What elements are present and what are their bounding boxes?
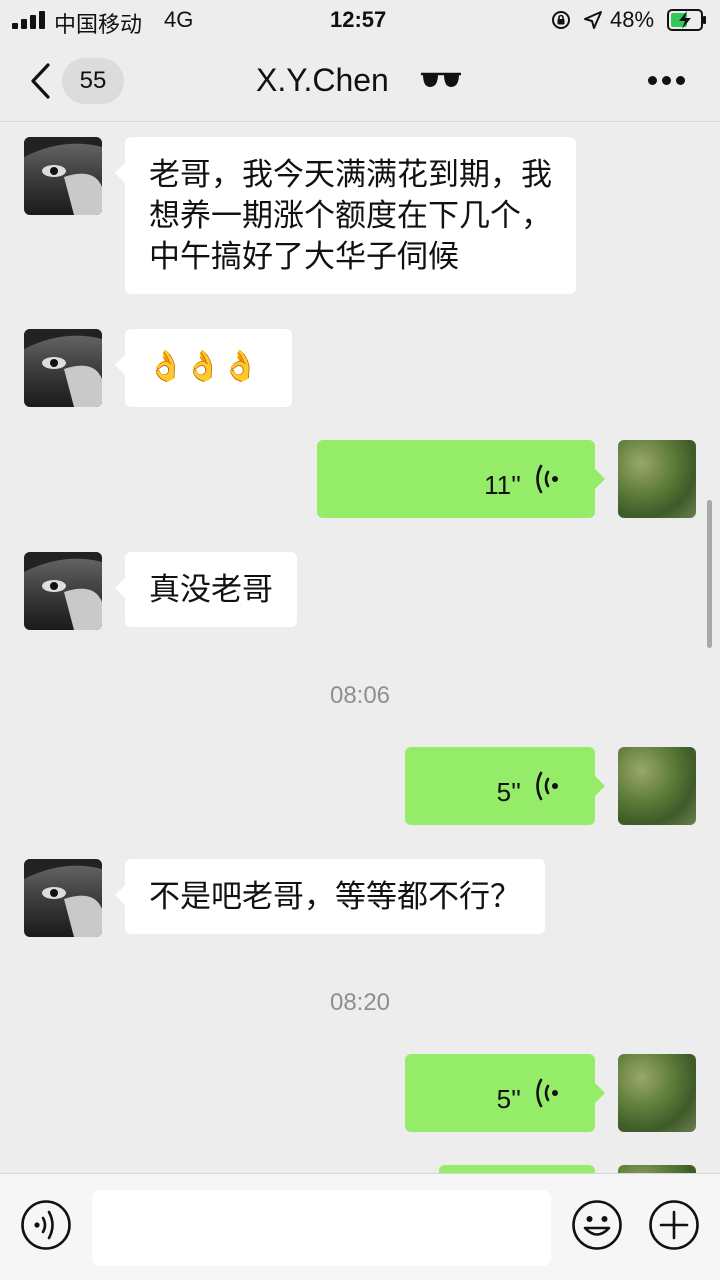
battery-charging-icon — [667, 9, 706, 31]
carrier-name: 中国移动 — [54, 12, 143, 37]
self-voice-bubble[interactable] — [439, 1165, 595, 1173]
message-input[interactable] — [92, 1190, 551, 1266]
self-avatar[interactable] — [618, 1165, 696, 1173]
message-line: 老哥，我今天满满花到期，我 — [149, 157, 552, 192]
peer-avatar[interactable] — [24, 552, 102, 630]
time-separator: 08:20 — [329, 989, 391, 1016]
message-line: 真没老哥 — [149, 572, 273, 607]
message-list[interactable]: 老哥，我今天满满花到期，我 想养一期涨个额度在下几个， 中午搞好了大华子伺候 👌… — [0, 123, 720, 1173]
location-arrow-icon — [584, 11, 602, 29]
battery-percent: 48% — [610, 7, 655, 32]
network-type: 4G — [164, 7, 194, 32]
self-voice-bubble[interactable]: 11'' — [317, 440, 605, 518]
self-avatar[interactable] — [618, 440, 696, 518]
scrollbar[interactable] — [707, 500, 712, 648]
rotation-lock-icon — [552, 11, 570, 29]
ok-hand-emoji-icon: 👌👌👌 — [147, 349, 260, 384]
plus-circle-icon[interactable] — [648, 1199, 700, 1251]
input-bar — [0, 1173, 720, 1280]
voice-duration: 5'' — [496, 777, 521, 807]
signal-icon — [12, 11, 46, 29]
status-bar: 中国移动 4G 12:57 48% — [0, 0, 720, 40]
peer-avatar[interactable] — [24, 137, 102, 215]
voice-wave-icon — [536, 464, 558, 494]
chevron-left-icon[interactable] — [28, 62, 52, 100]
sunglasses-icon — [421, 72, 461, 87]
chat-header: 55 X.Y.Chen — [0, 40, 720, 122]
more-dots-icon[interactable] — [646, 74, 688, 88]
self-voice-bubble[interactable]: 5'' — [405, 747, 605, 825]
peer-message-bubble[interactable]: 不是吧老哥，等等都不行？ — [115, 859, 545, 934]
self-voice-bubble[interactable]: 5'' — [405, 1054, 605, 1132]
peer-avatar[interactable] — [24, 859, 102, 937]
peer-message-bubble[interactable]: 真没老哥 — [115, 552, 297, 627]
message-line: 中午搞好了大华子伺候 — [149, 239, 459, 274]
chat-title: X.Y.Chen — [256, 62, 389, 98]
peer-message-bubble[interactable]: 老哥，我今天满满花到期，我 想养一期涨个额度在下几个， 中午搞好了大华子伺候 — [115, 137, 576, 294]
voice-wave-icon — [536, 771, 558, 801]
time-separator: 08:06 — [329, 682, 391, 709]
self-avatar[interactable] — [618, 1054, 696, 1132]
unread-count-badge[interactable]: 55 — [62, 58, 124, 104]
voice-mode-icon[interactable] — [20, 1199, 72, 1251]
peer-avatar[interactable] — [24, 329, 102, 407]
message-line: 想养一期涨个额度在下几个， — [149, 198, 552, 233]
peer-emoji-bubble[interactable]: 👌👌👌 — [115, 329, 292, 407]
voice-duration: 11'' — [484, 470, 521, 500]
self-avatar[interactable] — [618, 747, 696, 825]
message-line: 不是吧老哥，等等都不行？ — [149, 879, 521, 914]
voice-duration: 5'' — [496, 1084, 521, 1114]
status-time: 12:57 — [330, 7, 387, 32]
voice-wave-icon — [536, 1078, 558, 1108]
emoji-smile-icon[interactable] — [571, 1199, 623, 1251]
